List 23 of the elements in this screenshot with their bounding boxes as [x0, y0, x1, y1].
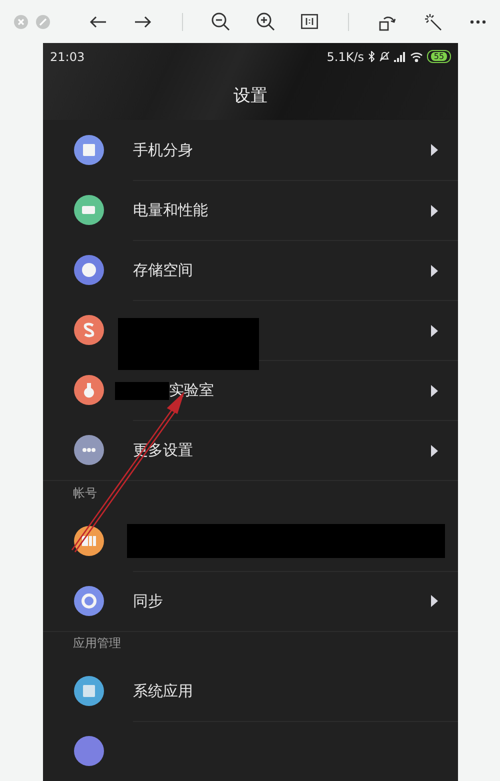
bluetooth-icon: [368, 51, 375, 62]
zoom-in-icon[interactable]: [256, 12, 276, 32]
actual-size-icon[interactable]: [301, 14, 318, 29]
screen-title: 设置: [234, 84, 268, 106]
signal-icon: [394, 52, 406, 62]
forward-arrow-icon[interactable]: [134, 14, 152, 28]
wifi-icon: [410, 52, 423, 62]
section-header: 帐号: [73, 484, 97, 502]
more-icon[interactable]: [470, 20, 486, 24]
battery-indicator: 55: [427, 50, 451, 63]
status-time: 21:03: [50, 50, 85, 64]
settings-item-label[interactable]: 存储空间: [133, 261, 193, 280]
settings-item-label[interactable]: 系统应用: [133, 682, 193, 700]
magic-wand-icon[interactable]: [424, 12, 442, 30]
settings-item-label[interactable]: 同步: [133, 592, 163, 610]
network-speed: 5.1K/s: [326, 50, 364, 64]
settings-item-label[interactable]: 电量和性能: [133, 201, 208, 220]
section-header: 应用管理: [73, 635, 121, 652]
settings-item-label[interactable]: 手机分身: [133, 140, 193, 160]
back-arrow-icon[interactable]: [89, 14, 107, 28]
zoom-out-icon[interactable]: [211, 12, 231, 32]
muted-bell-icon: [379, 51, 390, 62]
settings-item-label[interactable]: 实验室: [169, 381, 214, 400]
